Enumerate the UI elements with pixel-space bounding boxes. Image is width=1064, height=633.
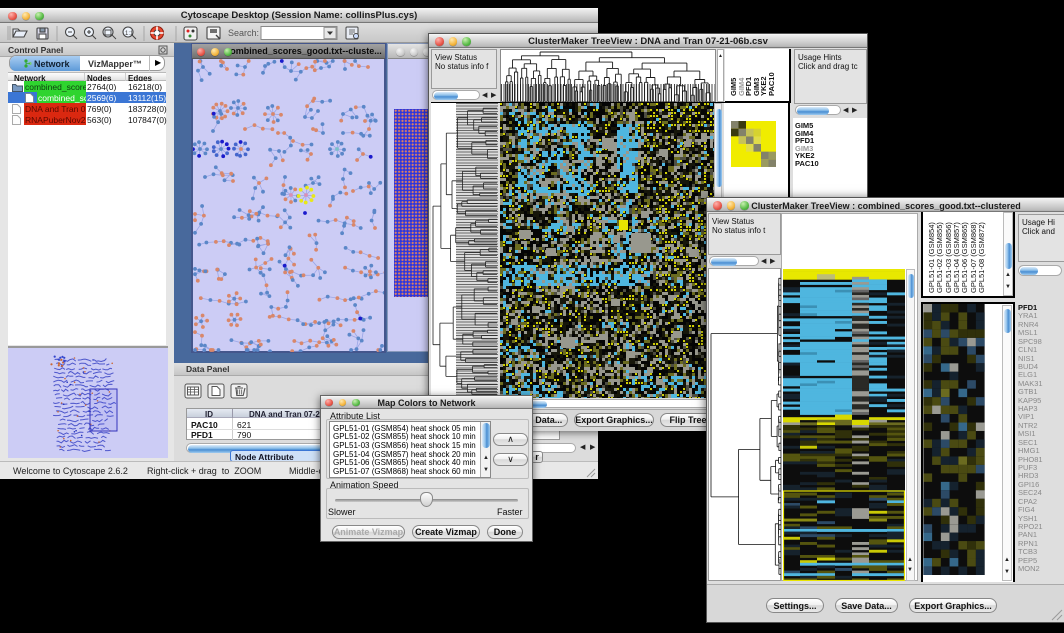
- svg-text:Search:: Search:: [228, 28, 259, 38]
- svg-text:1:1: 1:1: [125, 31, 134, 37]
